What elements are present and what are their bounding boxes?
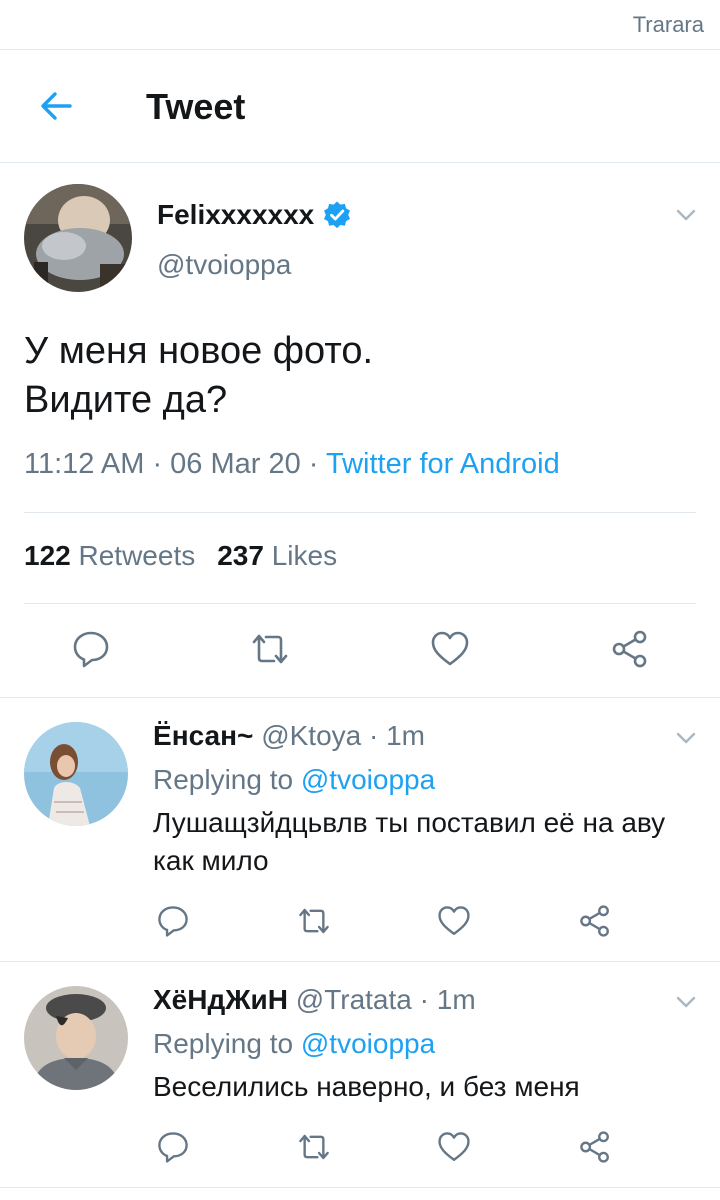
reply-author-handle[interactable]: @Ktoya [261, 720, 361, 751]
likes-label: Likes [271, 540, 338, 571]
replying-to-mention[interactable]: @tvoioppa [301, 1028, 435, 1059]
retweet-icon[interactable] [295, 904, 333, 938]
status-bar: Trarara [0, 0, 720, 50]
like-icon[interactable] [437, 1130, 471, 1164]
top-app-bar: Tweet [0, 50, 720, 163]
main-tweet: Felixxxxxxx @tvoioppa У меня новое фото.… [0, 163, 720, 698]
replying-to-mention[interactable]: @tvoioppa [301, 764, 435, 795]
reply-icon[interactable] [156, 904, 190, 938]
author-name[interactable]: Felixxxxxxx [157, 199, 314, 231]
retweet-icon[interactable] [295, 1130, 333, 1164]
like-icon[interactable] [437, 904, 471, 938]
tweet-text: У меня новое фото. Видите да? [24, 327, 373, 425]
reply-header: ХёНдЖиН @Tratata · 1m [153, 984, 476, 1016]
reply-author-name[interactable]: Ёнсан~ [153, 720, 253, 751]
chevron-down-icon[interactable] [674, 990, 698, 1014]
divider [24, 512, 696, 513]
retweets-count: 122 [24, 540, 71, 571]
tweet-text-line: Видите да? [24, 379, 228, 421]
likes-stat[interactable]: 237 Likes [217, 540, 337, 571]
status-bar-text: Trarara [632, 12, 704, 37]
share-icon[interactable] [578, 904, 612, 938]
tweet-stats: 122 Retweets 237 Likes [24, 540, 337, 572]
reply-time: 1m [436, 984, 476, 1015]
reply-author-name[interactable]: ХёНдЖиН [153, 984, 288, 1015]
retweets-stat[interactable]: 122 Retweets [24, 540, 195, 571]
meta-separator: · [300, 448, 326, 480]
likes-count: 237 [217, 540, 264, 571]
tweet-text-line: У меня новое фото. [24, 330, 374, 372]
reply-tweet[interactable]: ХёНдЖиН @Tratata · 1m Replying to @tvoio… [0, 962, 720, 1188]
reply-text: Веселились наверно, и без меня [153, 1071, 580, 1102]
tweet-date: 06 Mar 20 [170, 448, 301, 480]
reply-tweet[interactable]: Ёнсан~ @Ktoya · 1m Replying to @tvoioppa… [0, 698, 720, 962]
back-arrow-icon[interactable] [36, 86, 76, 126]
reply-icon[interactable] [156, 1130, 190, 1164]
reply-header: Ёнсан~ @Ktoya · 1m [153, 720, 425, 752]
replying-to: Replying to @tvoioppa [153, 764, 435, 796]
chevron-down-icon[interactable] [674, 726, 698, 750]
retweet-icon[interactable] [248, 629, 292, 669]
reply-time: 1m [386, 720, 426, 751]
divider [24, 603, 696, 604]
replying-to-label: Replying to [153, 764, 294, 795]
tweet-source-link[interactable]: Twitter for Android [326, 448, 560, 480]
share-icon[interactable] [610, 629, 650, 669]
meta-separator: · [411, 984, 437, 1015]
replying-to: Replying to @tvoioppa [153, 1028, 435, 1060]
meta-separator: · [361, 720, 387, 751]
tweet-meta: 11:12 AM · 06 Mar 20 · Twitter for Andro… [24, 448, 560, 481]
reply-author-handle[interactable]: @Tratata [296, 984, 412, 1015]
reply-text: Лушащзйдцьвлв ты поставил её на аву как … [153, 807, 666, 876]
author-name-row: Felixxxxxxx [157, 199, 352, 231]
share-icon[interactable] [578, 1130, 612, 1164]
page-title: Tweet [146, 86, 246, 127]
reply-icon[interactable] [71, 629, 111, 669]
meta-separator: · [144, 448, 171, 480]
tweet-time: 11:12 AM [24, 448, 145, 480]
author-handle[interactable]: @tvoioppa [157, 249, 291, 281]
replying-to-label: Replying to [153, 1028, 294, 1059]
like-icon[interactable] [430, 629, 470, 669]
reply-avatar[interactable] [24, 722, 128, 826]
reply-avatar[interactable] [24, 986, 128, 1090]
retweets-label: Retweets [78, 540, 196, 571]
author-avatar[interactable] [24, 184, 132, 292]
verified-badge-icon [322, 200, 352, 230]
chevron-down-icon[interactable] [674, 203, 698, 227]
